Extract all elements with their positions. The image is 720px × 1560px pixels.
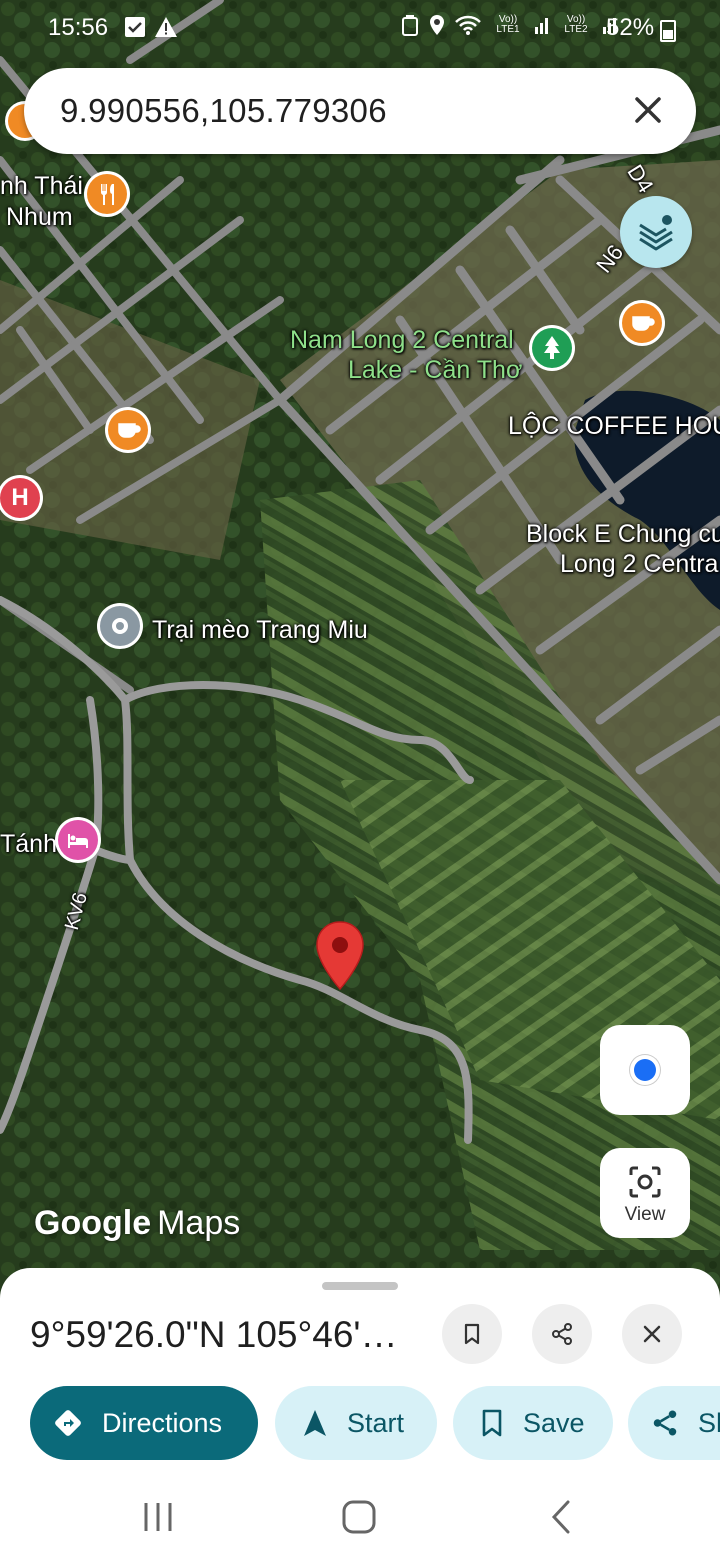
cafe-poi-icon[interactable]	[108, 410, 148, 450]
search-bar[interactable]: 9.990556,105.779306	[24, 68, 696, 154]
layers-icon	[639, 215, 673, 251]
view-label: View	[624, 1204, 666, 1225]
directions-icon	[55, 1410, 81, 1436]
share-chip-button[interactable]: Share	[628, 1386, 720, 1460]
start-button[interactable]: Start	[275, 1386, 437, 1460]
drag-handle[interactable]	[322, 1282, 398, 1290]
camera-view-icon	[629, 1166, 661, 1198]
status-time: 15:56	[48, 14, 109, 41]
sim2-signal: Vo)) LTE2	[564, 14, 588, 35]
battery-icon	[660, 20, 676, 42]
wifi-icon	[455, 15, 481, 35]
my-location-icon	[634, 1059, 656, 1081]
save-label: Save	[523, 1407, 585, 1438]
map-label-block-e-line1[interactable]: Block E Chung cư	[526, 520, 720, 549]
share-label: Share	[698, 1407, 720, 1438]
dropped-pin-icon[interactable]	[314, 920, 366, 992]
home-icon[interactable]	[340, 1498, 378, 1536]
restaurant-poi-icon[interactable]	[87, 174, 127, 214]
cafe-poi-icon[interactable]	[622, 303, 662, 343]
map-label-nam-long-line1[interactable]: Nam Long 2 Central	[290, 326, 514, 355]
warning-icon	[155, 17, 177, 37]
bookmark-icon	[464, 1323, 480, 1345]
battery-percent: 52%	[606, 14, 655, 41]
close-icon[interactable]	[628, 90, 668, 130]
location-icon	[430, 15, 444, 35]
sim1-signal: Vo)) LTE1	[496, 14, 520, 35]
notification-check-icon	[125, 17, 145, 37]
navigation-arrow-icon	[304, 1410, 326, 1436]
share-icon	[653, 1410, 677, 1436]
save-button[interactable]: Save	[453, 1386, 613, 1460]
status-bar: 15:56 Vo)) LTE1 Vo)) LTE2 52%	[0, 0, 720, 56]
close-icon	[643, 1325, 661, 1343]
map-label-block-e-line2[interactable]: Long 2 Centra	[560, 550, 718, 579]
recent-apps-icon[interactable]	[140, 1500, 176, 1534]
map-label-tanh[interactable]: Tánh	[0, 830, 57, 859]
bookmark-icon	[482, 1409, 502, 1437]
hospital-poi-icon[interactable]: H	[0, 478, 40, 518]
directions-button[interactable]: Directions	[30, 1386, 258, 1460]
back-icon[interactable]	[548, 1498, 574, 1536]
my-location-button[interactable]	[600, 1025, 690, 1115]
map-label-thai: nh Thái	[0, 172, 83, 200]
directions-label: Directions	[102, 1407, 223, 1438]
action-chips: Directions Start Save Share	[30, 1386, 720, 1460]
close-sheet-button[interactable]	[622, 1304, 682, 1364]
share-button[interactable]	[532, 1304, 592, 1364]
hotel-poi-icon[interactable]	[58, 820, 98, 860]
map-label-nam-long-line2[interactable]: Lake - Cần Thơ	[348, 356, 522, 385]
layers-button[interactable]	[620, 196, 692, 268]
map-label-nhum: Nhum	[6, 203, 73, 231]
share-icon	[552, 1323, 572, 1345]
map-label-trai-meo[interactable]: Trại mèo Trang Miu	[152, 616, 368, 645]
bookmark-button[interactable]	[442, 1304, 502, 1364]
google-maps-attribution: Google Maps	[34, 1204, 241, 1242]
street-view-button[interactable]: View	[600, 1148, 690, 1238]
place-poi-icon[interactable]	[100, 606, 140, 646]
signal-icon	[535, 18, 548, 34]
system-navigation-bar	[0, 1470, 720, 1560]
start-label: Start	[347, 1407, 405, 1438]
park-poi-icon[interactable]	[532, 328, 572, 368]
map-label-loc-coffee[interactable]: LỘC COFFEE HOUS	[508, 412, 720, 441]
search-query[interactable]: 9.990556,105.779306	[60, 92, 387, 130]
recycle-icon	[402, 15, 418, 36]
place-title-coordinates: 9°59'26.0"N 105°46'45.5"E	[30, 1314, 410, 1355]
